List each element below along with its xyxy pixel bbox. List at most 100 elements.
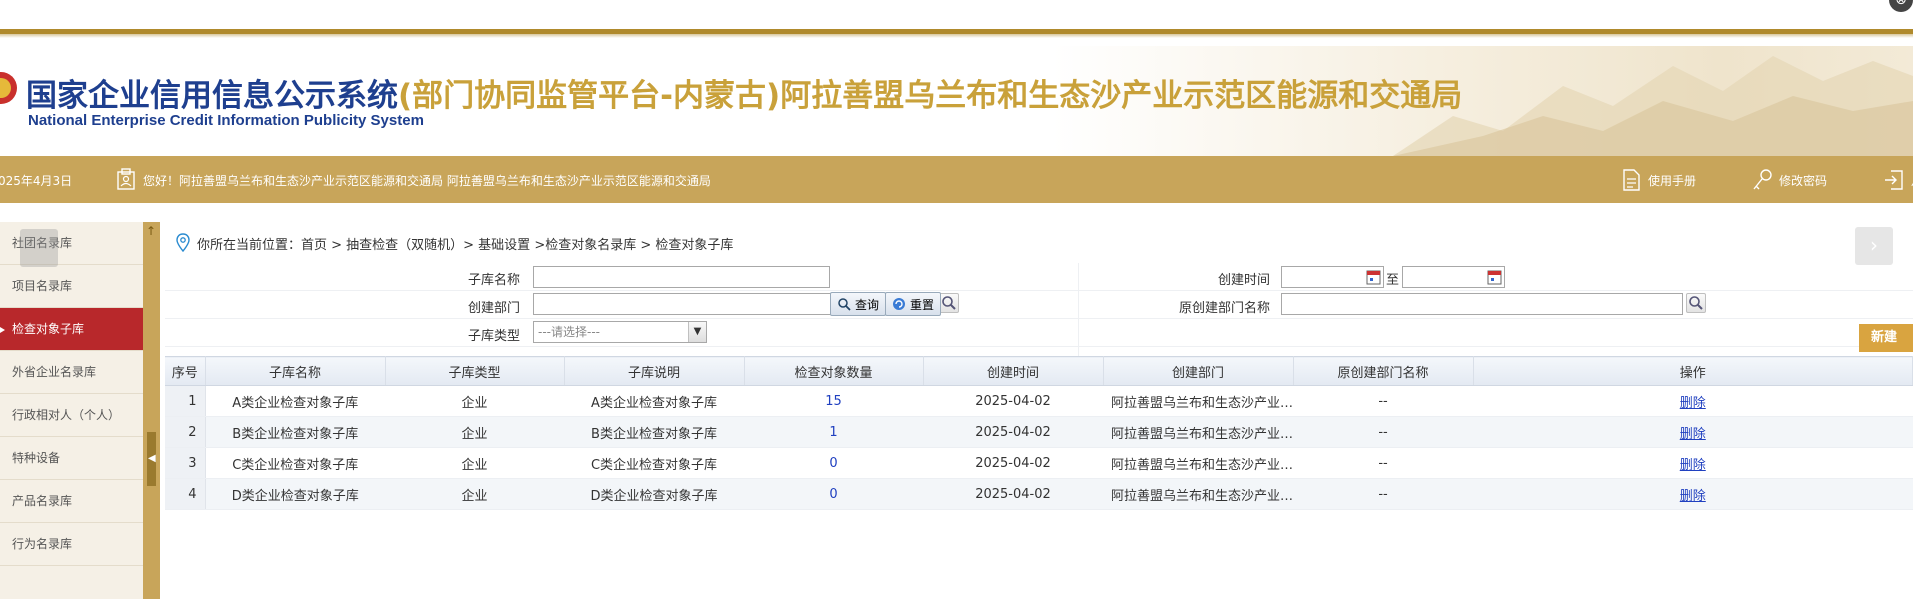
- to-label: 至: [1386, 273, 1400, 288]
- sidebar-item-inspection-subset[interactable]: 检查对象子库: [0, 308, 143, 351]
- delete-link[interactable]: 删除: [1680, 458, 1706, 473]
- calendar-icon[interactable]: [1366, 268, 1382, 286]
- cell-type: 企业: [385, 478, 564, 510]
- cell-count[interactable]: 0: [744, 478, 923, 510]
- table-row: 1 A类企业检查对象子库 企业 A类企业检查对象子库 15 2025-04-02…: [165, 385, 1913, 417]
- sub-name-input[interactable]: [533, 266, 830, 288]
- row-number: 2: [165, 416, 206, 448]
- drag-handle[interactable]: [20, 229, 58, 267]
- cell-desc: A类企业检查对象子库: [564, 385, 744, 417]
- col-header-type: 子库类型: [385, 356, 565, 386]
- form-row: 子库类型 ---请选择--- ▼: [165, 319, 1913, 347]
- sub-name-label: 子库名称: [467, 273, 520, 288]
- collapse-arrow-icon[interactable]: ◀: [148, 453, 156, 473]
- cell-count[interactable]: 15: [744, 385, 923, 417]
- sublibrary-table: 序号 子库名称 子库类型 子库说明 检查对象数量 创建时间 创建部门 原创建部门…: [165, 356, 1913, 510]
- sidebar-item-label: 行政相对人（个人）: [12, 408, 121, 422]
- user-manual-label: 使用手册: [1648, 173, 1697, 188]
- change-password-label: 修改密码: [1779, 173, 1828, 188]
- cell-orig-dept: --: [1293, 478, 1474, 510]
- sidebar-scrollbar[interactable]: ↑: [143, 222, 160, 599]
- col-header-time: 创建时间: [923, 356, 1104, 386]
- sidebar-item-products[interactable]: 产品名录库: [0, 480, 143, 523]
- create-time-label: 创建时间: [1217, 273, 1270, 288]
- sidebar-item-label: 项目名录库: [12, 279, 73, 293]
- search-icon: [838, 298, 851, 311]
- site-title-main: 国家企业信用信息公示系统: [26, 78, 398, 114]
- cell-type: 企业: [385, 447, 564, 479]
- cell-op: 删除: [1473, 416, 1913, 448]
- query-button[interactable]: 查询: [830, 292, 887, 316]
- cell-dept: 阿拉善盟乌兰布和生态沙产业…: [1103, 416, 1294, 448]
- refresh-icon: [893, 298, 905, 310]
- table-row: 3 C类企业检查对象子库 企业 C类企业检查对象子库 0 2025-04-02 …: [165, 447, 1913, 479]
- cell-time: 2025-04-02: [923, 385, 1103, 417]
- logout-icon: [1885, 170, 1903, 190]
- sidebar-item-label: 行为名录库: [12, 537, 73, 551]
- cell-orig-dept: --: [1293, 385, 1474, 417]
- search-icon: [1689, 296, 1703, 310]
- create-dept-search-button[interactable]: [939, 293, 959, 313]
- col-header-desc: 子库说明: [564, 356, 745, 386]
- cell-count[interactable]: 0: [744, 447, 923, 479]
- sidebar: 社团名录库 项目名录库 检查对象子库 外省企业名录库 行政相对人（个人） 特种设…: [0, 222, 143, 599]
- sidebar-item-special-equipment[interactable]: 特种设备: [0, 437, 143, 480]
- col-header-no: 序号: [165, 356, 206, 386]
- search-form: 子库名称 创建时间 至 创建部门 原创建部门名称 子库类型 ---请选择--- …: [165, 263, 1913, 356]
- delete-link[interactable]: 删除: [1680, 427, 1706, 442]
- col-header-op: 操作: [1473, 356, 1913, 386]
- cell-orig-dept: --: [1293, 447, 1474, 479]
- delete-link[interactable]: 删除: [1680, 396, 1706, 411]
- cell-count[interactable]: 1: [744, 416, 923, 448]
- header-banner: 国家企业信用信息公示系统(部门协同监管平台-内蒙古)阿拉善盟乌兰布和生态沙产业示…: [0, 46, 1913, 156]
- row-number: 1: [165, 385, 206, 417]
- cell-op: 删除: [1473, 447, 1913, 479]
- orig-dept-label: 原创建部门名称: [1178, 301, 1270, 316]
- sidebar-item-admin-counterpart[interactable]: 行政相对人（个人）: [0, 394, 143, 437]
- greeting-text: 您好！阿拉善盟乌兰布和生态沙产业示范区能源和交通局 阿拉善盟乌兰布和生态沙产业示…: [143, 174, 711, 188]
- create-dept-label: 创建部门: [467, 301, 520, 316]
- row-number: 4: [165, 478, 206, 510]
- user-manual-link[interactable]: 使用手册: [1620, 168, 1696, 192]
- cell-name: C类企业检查对象子库: [205, 447, 385, 479]
- next-page-button[interactable]: ›: [1855, 227, 1893, 265]
- sidebar-item-label: 特种设备: [12, 451, 61, 465]
- col-header-name: 子库名称: [205, 356, 386, 386]
- sidebar-item-projects[interactable]: 项目名录库: [0, 265, 143, 308]
- orig-dept-input[interactable]: [1281, 293, 1683, 315]
- current-date: 025年4月3日: [0, 174, 73, 188]
- sidebar-item-behaviors[interactable]: 行为名录库: [0, 523, 143, 566]
- cell-desc: B类企业检查对象子库: [564, 416, 744, 448]
- cell-type: 企业: [385, 416, 564, 448]
- cell-time: 2025-04-02: [923, 478, 1103, 510]
- reset-button[interactable]: 重置: [885, 292, 942, 316]
- create-time-end-input[interactable]: [1402, 266, 1505, 288]
- scroll-up-icon[interactable]: ↑: [146, 224, 156, 238]
- new-button[interactable]: 新建: [1859, 324, 1913, 352]
- table-row: 2 B类企业检查对象子库 企业 B类企业检查对象子库 1 2025-04-02 …: [165, 416, 1913, 448]
- sub-type-select[interactable]: ---请选择--- ▼: [533, 321, 707, 343]
- site-title-sub: (部门协同监管平台-内蒙古)阿拉善盟乌兰布和生态沙产业示范区能源和交通局: [398, 78, 1463, 114]
- create-time-start-input[interactable]: [1281, 266, 1384, 288]
- calendar-icon[interactable]: [1487, 268, 1503, 286]
- row-number: 3: [165, 447, 206, 479]
- logout-link[interactable]: 月: [1883, 168, 1913, 192]
- top-strip: [0, 0, 1913, 38]
- key-icon: [1753, 169, 1772, 190]
- form-row: 创建部门 原创建部门名称: [165, 291, 1913, 319]
- document-icon: [1623, 169, 1640, 191]
- change-password-link[interactable]: 修改密码: [1751, 168, 1827, 192]
- table-row: 4 D类企业检查对象子库 企业 D类企业检查对象子库 0 2025-04-02 …: [165, 478, 1913, 510]
- sidebar-item-label: 产品名录库: [12, 494, 73, 508]
- search-icon: [942, 296, 956, 310]
- cell-dept: 阿拉善盟乌兰布和生态沙产业…: [1103, 385, 1294, 417]
- cell-type: 企业: [385, 385, 564, 417]
- orig-dept-search-button[interactable]: [1686, 293, 1706, 313]
- breadcrumb-text: 你所在当前位置：首页 > 抽查检查（双随机）> 基础设置 >检查对象名录库 > …: [197, 237, 734, 253]
- form-row: 子库名称 创建时间 至: [165, 263, 1913, 291]
- sidebar-item-label: 检查对象子库: [12, 322, 85, 336]
- cell-name: D类企业检查对象子库: [205, 478, 385, 510]
- sidebar-item-other-province[interactable]: 外省企业名录库: [0, 351, 143, 394]
- cell-name: A类企业检查对象子库: [205, 385, 385, 417]
- delete-link[interactable]: 删除: [1680, 489, 1706, 504]
